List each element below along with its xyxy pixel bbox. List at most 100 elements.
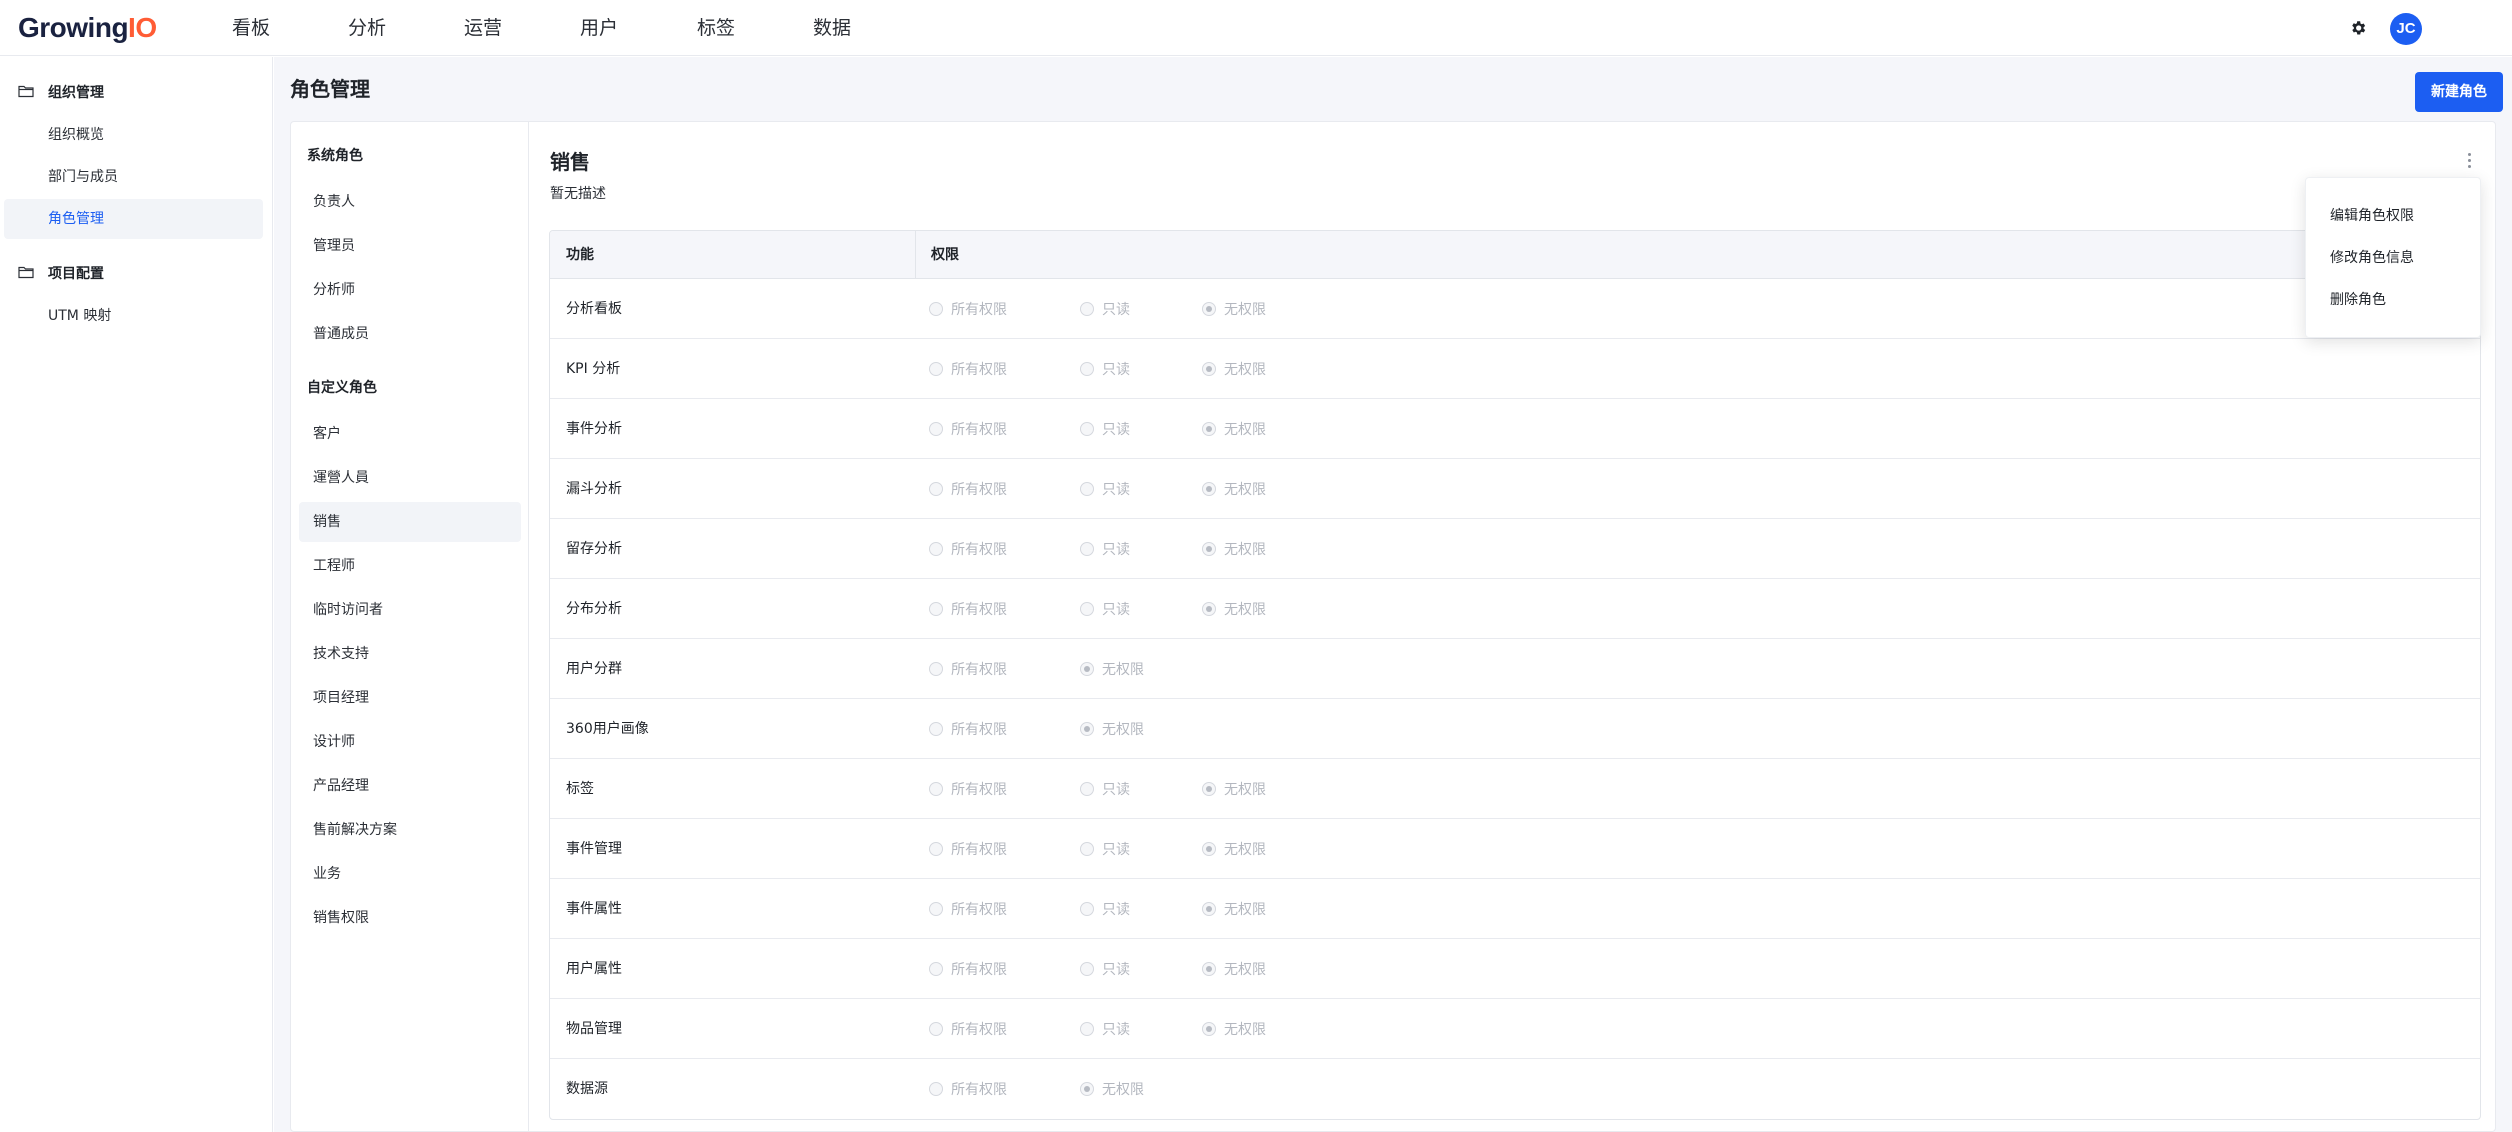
permission-option-all[interactable]: 所有权限: [929, 759, 1007, 819]
radio-button[interactable]: [1202, 482, 1216, 496]
nav-item-tags[interactable]: 标签: [697, 14, 735, 42]
permission-option-read[interactable]: 只读: [1080, 279, 1130, 339]
permission-option-all[interactable]: 所有权限: [929, 639, 1007, 699]
radio-button[interactable]: [1080, 842, 1094, 856]
radio-button[interactable]: [929, 962, 943, 976]
growingio-logo[interactable]: GrowingIO: [18, 10, 157, 46]
radio-button[interactable]: [1202, 302, 1216, 316]
permission-option-all[interactable]: 所有权限: [929, 699, 1007, 759]
permission-option-read[interactable]: 只读: [1080, 399, 1130, 459]
radio-button[interactable]: [1080, 602, 1094, 616]
nav-item-users[interactable]: 用户: [580, 14, 618, 42]
permission-option-read[interactable]: 只读: [1080, 939, 1130, 999]
permission-option-all[interactable]: 所有权限: [929, 459, 1007, 519]
radio-button[interactable]: [1080, 542, 1094, 556]
radio-button[interactable]: [929, 902, 943, 916]
radio-button[interactable]: [1202, 422, 1216, 436]
radio-button[interactable]: [1202, 542, 1216, 556]
radio-button[interactable]: [1202, 962, 1216, 976]
sidebar-group-org[interactable]: 组织管理: [0, 76, 273, 110]
permission-option-none[interactable]: 无权限: [1080, 1059, 1144, 1119]
sidebar-item-departments[interactable]: 部门与成员: [4, 157, 263, 197]
radio-button[interactable]: [929, 1082, 943, 1096]
radio-button[interactable]: [929, 782, 943, 796]
permission-option-none[interactable]: 无权限: [1202, 759, 1266, 819]
permission-option-all[interactable]: 所有权限: [929, 999, 1007, 1059]
permission-option-all[interactable]: 所有权限: [929, 939, 1007, 999]
radio-button[interactable]: [1202, 782, 1216, 796]
role-item[interactable]: 運營人員: [299, 458, 521, 498]
permission-option-none[interactable]: 无权限: [1202, 579, 1266, 639]
menu-item-edit-permissions[interactable]: 编辑角色权限: [2306, 195, 2482, 237]
radio-button[interactable]: [929, 602, 943, 616]
permission-option-none[interactable]: 无权限: [1080, 639, 1144, 699]
sidebar-group-project[interactable]: 项目配置: [0, 257, 273, 291]
permission-option-none[interactable]: 无权限: [1202, 879, 1266, 939]
permission-option-none[interactable]: 无权限: [1202, 399, 1266, 459]
radio-button[interactable]: [1080, 362, 1094, 376]
permission-option-none[interactable]: 无权限: [1202, 339, 1266, 399]
role-item[interactable]: 销售: [299, 502, 521, 542]
nav-item-data[interactable]: 数据: [813, 14, 851, 42]
radio-button[interactable]: [929, 482, 943, 496]
radio-button[interactable]: [1080, 302, 1094, 316]
role-item[interactable]: 业务: [299, 854, 521, 894]
permission-option-none[interactable]: 无权限: [1202, 459, 1266, 519]
permission-option-all[interactable]: 所有权限: [929, 399, 1007, 459]
permission-option-read[interactable]: 只读: [1080, 759, 1130, 819]
radio-button[interactable]: [929, 1022, 943, 1036]
radio-button[interactable]: [1202, 1022, 1216, 1036]
role-item[interactable]: 客户: [299, 414, 521, 454]
permission-option-none[interactable]: 无权限: [1202, 939, 1266, 999]
role-item[interactable]: 普通成员: [299, 314, 521, 354]
sidebar-item-utm[interactable]: UTM 映射: [4, 296, 263, 336]
sidebar-item-org-overview[interactable]: 组织概览: [4, 115, 263, 155]
radio-button[interactable]: [929, 842, 943, 856]
role-item[interactable]: 技术支持: [299, 634, 521, 674]
nav-item-analysis[interactable]: 分析: [348, 14, 386, 42]
role-item[interactable]: 管理员: [299, 226, 521, 266]
role-item[interactable]: 产品经理: [299, 766, 521, 806]
new-role-button[interactable]: 新建角色: [2415, 72, 2503, 112]
gear-icon[interactable]: [2344, 14, 2372, 42]
role-item[interactable]: 临时访问者: [299, 590, 521, 630]
radio-button[interactable]: [929, 302, 943, 316]
radio-button[interactable]: [1202, 902, 1216, 916]
role-item[interactable]: 售前解决方案: [299, 810, 521, 850]
radio-button[interactable]: [929, 362, 943, 376]
radio-button[interactable]: [929, 662, 943, 676]
role-item[interactable]: 项目经理: [299, 678, 521, 718]
role-item[interactable]: 设计师: [299, 722, 521, 762]
permission-option-all[interactable]: 所有权限: [929, 819, 1007, 879]
radio-button[interactable]: [1080, 902, 1094, 916]
permission-option-none[interactable]: 无权限: [1202, 819, 1266, 879]
permission-option-all[interactable]: 所有权限: [929, 279, 1007, 339]
permission-option-all[interactable]: 所有权限: [929, 1059, 1007, 1119]
radio-button[interactable]: [1080, 1022, 1094, 1036]
permission-option-all[interactable]: 所有权限: [929, 339, 1007, 399]
role-item[interactable]: 负责人: [299, 182, 521, 222]
radio-button[interactable]: [1080, 722, 1094, 736]
nav-item-dashboard[interactable]: 看板: [232, 14, 270, 42]
nav-item-operations[interactable]: 运营: [464, 14, 502, 42]
role-item[interactable]: 工程师: [299, 546, 521, 586]
role-item[interactable]: 销售权限: [299, 898, 521, 938]
radio-button[interactable]: [929, 422, 943, 436]
permission-option-none[interactable]: 无权限: [1202, 519, 1266, 579]
radio-button[interactable]: [929, 722, 943, 736]
radio-button[interactable]: [1202, 602, 1216, 616]
permission-option-all[interactable]: 所有权限: [929, 519, 1007, 579]
more-vertical-icon[interactable]: [2459, 148, 2479, 172]
permission-option-read[interactable]: 只读: [1080, 999, 1130, 1059]
menu-item-edit-info[interactable]: 修改角色信息: [2306, 237, 2482, 279]
radio-button[interactable]: [1202, 362, 1216, 376]
avatar[interactable]: JC: [2390, 13, 2422, 45]
permission-option-read[interactable]: 只读: [1080, 579, 1130, 639]
radio-button[interactable]: [1080, 962, 1094, 976]
permission-option-none[interactable]: 无权限: [1202, 999, 1266, 1059]
permission-option-read[interactable]: 只读: [1080, 459, 1130, 519]
permission-option-read[interactable]: 只读: [1080, 819, 1130, 879]
permission-option-read[interactable]: 只读: [1080, 519, 1130, 579]
permission-option-none[interactable]: 无权限: [1080, 699, 1144, 759]
permission-option-read[interactable]: 只读: [1080, 879, 1130, 939]
